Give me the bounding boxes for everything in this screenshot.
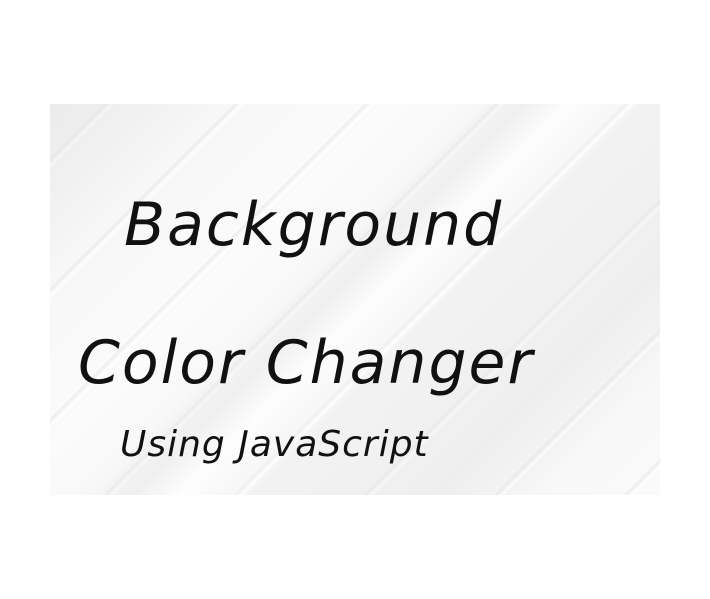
banner-title-line-2: Color Changer <box>78 328 535 398</box>
title-banner-image: Background Color Changer Using JavaScrip… <box>50 104 660 495</box>
page: Background Color Changer Using JavaScrip… <box>0 0 710 599</box>
banner-subtitle: Using JavaScript <box>120 424 429 465</box>
banner-title-line-1: Background <box>124 190 504 260</box>
